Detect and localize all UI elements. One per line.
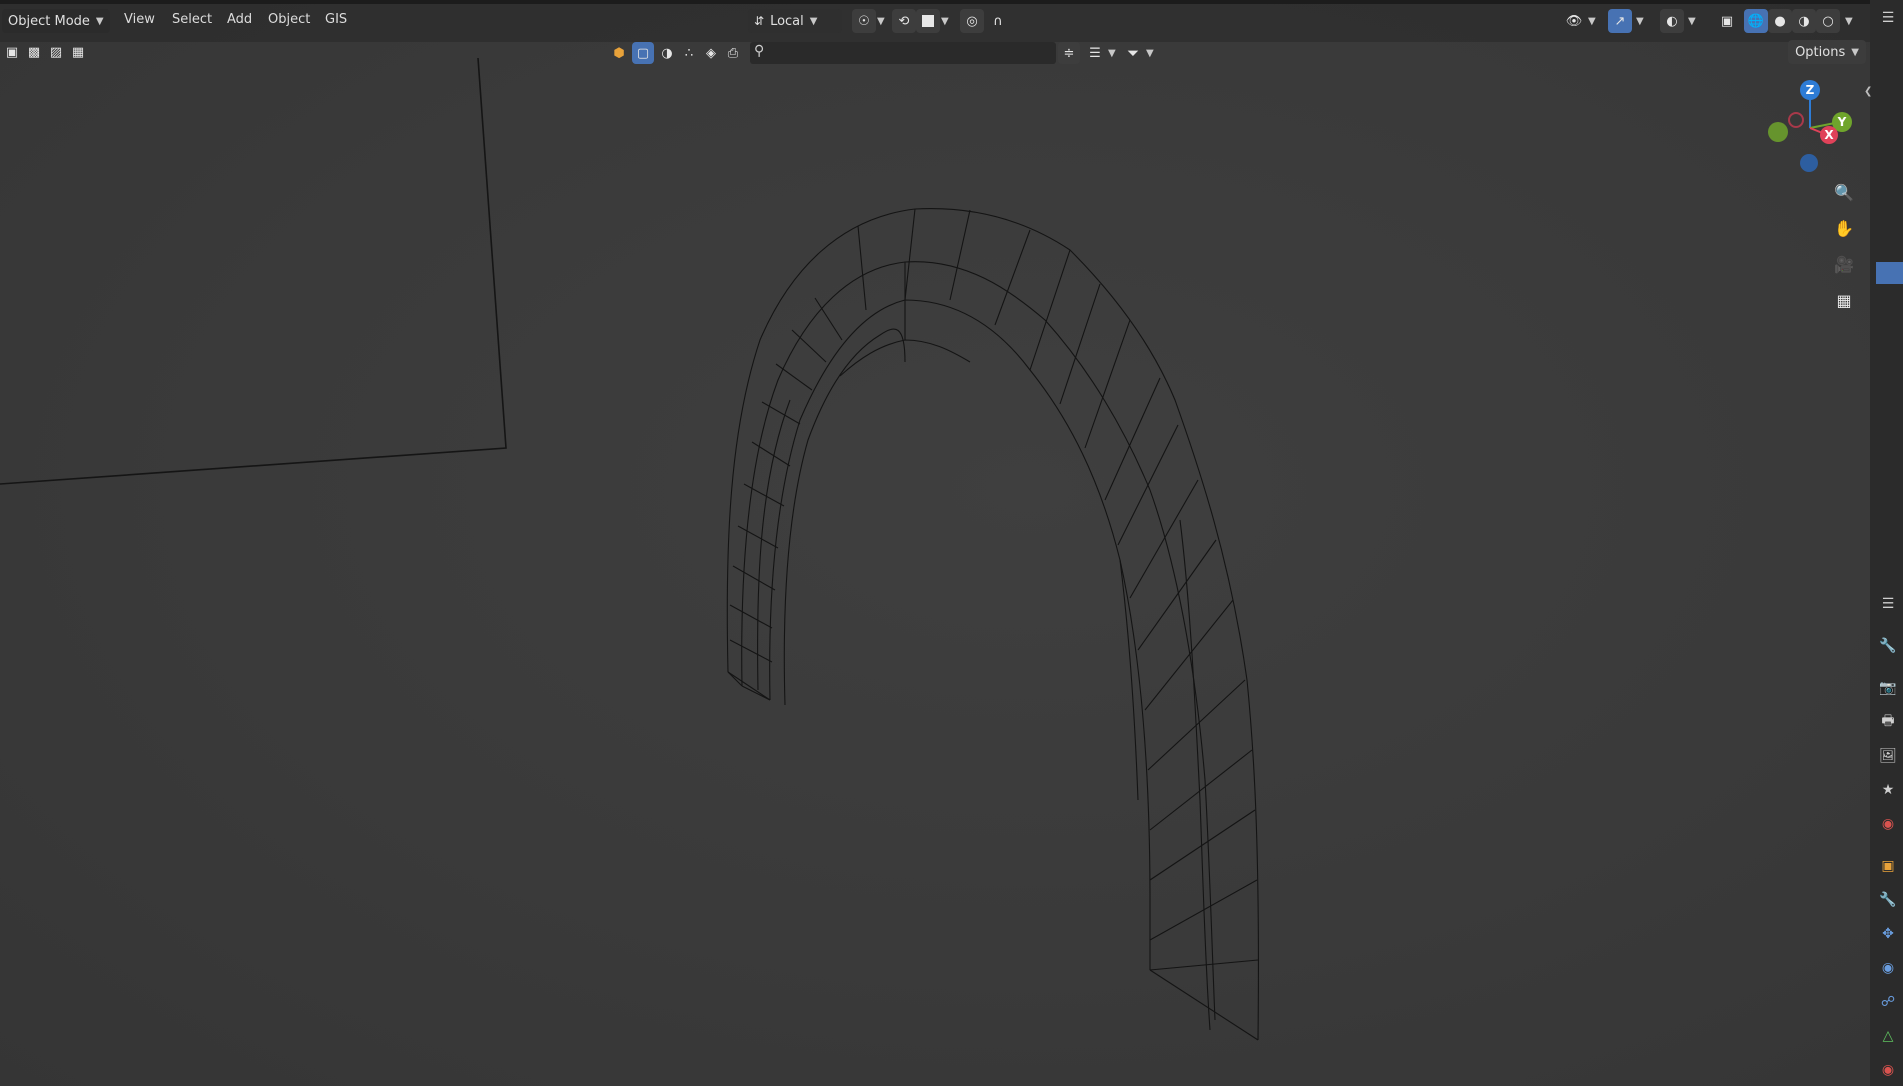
select-subtract-icon[interactable]: ▨: [46, 42, 66, 62]
xray-icon[interactable]: ▣: [1715, 9, 1739, 33]
chevron-down-icon: ▼: [1108, 48, 1116, 59]
falloff-icon[interactable]: ∩: [986, 9, 1010, 33]
select-intersect-icon[interactable]: ▦: [68, 42, 88, 62]
snap-icon[interactable]: ⟲: [892, 9, 916, 33]
chevron-down-icon: ▼: [1845, 16, 1853, 27]
chevron-down-icon: ▼: [877, 16, 885, 27]
chevron-down-icon: ▼: [1636, 16, 1644, 27]
physics-icon[interactable]: ◉: [1878, 958, 1898, 978]
arch-mesh-wireframe[interactable]: [0, 0, 1870, 1086]
object-type-icon[interactable]: ⬢: [608, 42, 630, 64]
mode-label: Object Mode: [8, 13, 90, 29]
chevron-down-icon: ▼: [1146, 48, 1154, 59]
menu-view[interactable]: View: [124, 12, 155, 27]
zoom-icon[interactable]: 🔍: [1830, 178, 1858, 206]
grid-icon[interactable]: ▦: [1830, 286, 1858, 314]
solid-shading-icon[interactable]: ●: [1768, 9, 1792, 33]
menu-gis[interactable]: GIS: [325, 12, 347, 27]
particles-icon[interactable]: ✥: [1878, 924, 1898, 944]
gizmo-neg-y-axis[interactable]: [1768, 122, 1788, 142]
search-icon: ⚲: [754, 43, 765, 59]
camera-icon[interactable]: 🎥: [1830, 250, 1858, 278]
outliner-icon[interactable]: ☰: [1878, 8, 1898, 28]
3d-viewport[interactable]: [0, 0, 1870, 1086]
gizmo-z-axis[interactable]: Z: [1800, 80, 1820, 100]
output-icon[interactable]: 🖶: [1878, 712, 1898, 732]
material-icon[interactable]: ◉: [1878, 1060, 1898, 1080]
plane-edge: [0, 57, 507, 485]
chevron-down-icon: ▼: [941, 16, 949, 27]
modifier-icon[interactable]: 🔧: [1878, 890, 1898, 910]
chevron-down-icon: ▼: [1588, 16, 1596, 27]
orientation-dropdown[interactable]: ⇵ Local ▼: [748, 9, 842, 33]
properties-header-icon[interactable]: ☰: [1878, 594, 1898, 614]
options-label: Options: [1795, 44, 1846, 60]
menu-add[interactable]: Add: [227, 12, 252, 27]
snap-target-icon[interactable]: [916, 9, 940, 33]
sidebar-toggle-icon[interactable]: ❮: [1864, 86, 1872, 97]
object-icon[interactable]: ▣: [1878, 856, 1898, 876]
constraints-icon[interactable]: ☍: [1878, 992, 1898, 1012]
mesh-visibility-icon[interactable]: ▢: [632, 42, 654, 64]
mode-dropdown[interactable]: Object Mode ▼: [2, 9, 110, 33]
orientation-label: Local: [770, 13, 804, 29]
chevron-down-icon: ▼: [809, 15, 818, 27]
render-icon[interactable]: 📷: [1878, 678, 1898, 698]
gizmo-neg-x-axis[interactable]: [1788, 112, 1804, 128]
select-box-icon[interactable]: ▣: [2, 42, 22, 62]
tool-icon[interactable]: 🔧: [1878, 636, 1898, 656]
pivot-point-icon[interactable]: ☉: [852, 9, 876, 33]
proportional-editing-icon[interactable]: ◎: [960, 9, 984, 33]
scene-icon[interactable]: ★: [1878, 780, 1898, 800]
menu-object[interactable]: Object: [268, 12, 310, 27]
search-input[interactable]: ⚲: [750, 42, 1056, 64]
view-layer-icon[interactable]: 🖼: [1878, 746, 1898, 766]
header-top-border: [0, 0, 1870, 4]
data-icon[interactable]: △: [1878, 1026, 1898, 1046]
select-extend-icon[interactable]: ▩: [24, 42, 44, 62]
list-view-icon[interactable]: ☰: [1084, 42, 1106, 64]
orientation-icon: ⇵: [754, 14, 765, 28]
particles-icon[interactable]: ∴: [678, 42, 700, 64]
gizmo-x-axis[interactable]: X: [1820, 126, 1838, 144]
chevron-down-icon: ▼: [1851, 46, 1859, 58]
gizmo-neg-z-axis[interactable]: [1800, 154, 1818, 172]
chevron-down-icon: ▼: [1688, 16, 1696, 27]
visibility-eye-icon[interactable]: 👁: [1562, 9, 1586, 33]
arch-edges: [726, 208, 1259, 1041]
rendered-shading-icon[interactable]: ○: [1816, 9, 1840, 33]
menu-select[interactable]: Select: [172, 12, 212, 27]
sphere-icon[interactable]: ◑: [656, 42, 678, 64]
world-icon[interactable]: ◉: [1878, 814, 1898, 834]
shading-mode-icon[interactable]: ≑: [1058, 42, 1080, 64]
gizmo-toggle-icon[interactable]: ↗: [1608, 9, 1632, 33]
material-icon[interactable]: ◈: [700, 42, 722, 64]
material-shading-icon[interactable]: ◑: [1792, 9, 1816, 33]
render-icon[interactable]: ⎙: [722, 42, 744, 64]
active-tab-highlight: [1876, 262, 1903, 284]
wireframe-shading-icon[interactable]: 🌐: [1744, 9, 1768, 33]
overlay-icon[interactable]: ◐: [1660, 9, 1684, 33]
pan-hand-icon[interactable]: ✋: [1830, 214, 1858, 242]
chevron-down-icon: ▼: [95, 15, 104, 27]
viewport-header: Object Mode ▼ View Select Add Object GIS…: [0, 0, 1870, 42]
options-dropdown[interactable]: Options ▼: [1788, 40, 1866, 64]
filter-icon[interactable]: ⏷: [1122, 42, 1144, 64]
